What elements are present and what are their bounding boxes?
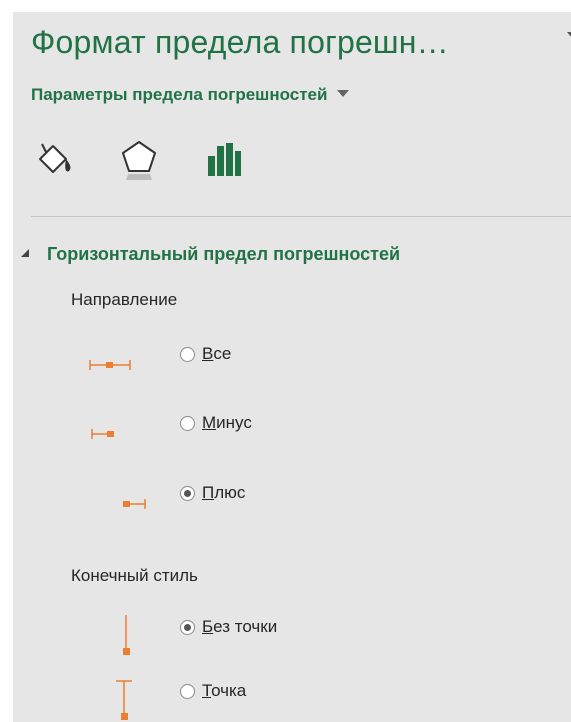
tab-error-bar-options[interactable]	[201, 134, 245, 184]
options-dropdown[interactable]: Параметры предела погрешностей	[31, 85, 350, 105]
tab-effects[interactable]	[117, 134, 161, 184]
end-style-no-cap-icon	[123, 615, 130, 655]
category-tabs	[31, 134, 271, 184]
end-style-cap-icon	[116, 680, 132, 720]
hotkey-letter: В	[202, 344, 214, 363]
chevron-down-icon	[337, 90, 350, 97]
hotkey-letter: П	[202, 483, 215, 502]
direction-both-label[interactable]: Все	[202, 344, 231, 364]
tab-fill-line[interactable]	[31, 134, 75, 184]
radio-dot	[184, 624, 191, 631]
pentagon-effects-icon	[122, 141, 156, 180]
end-style-cap-label[interactable]: Точка	[202, 681, 246, 701]
direction-minus-option: Минус	[13, 413, 553, 441]
option-text: люс	[214, 483, 246, 502]
direction-plus-label[interactable]: Плюс	[202, 483, 245, 503]
end-style-label: Конечный стиль	[71, 566, 198, 585]
radio-direction-both[interactable]	[180, 347, 195, 362]
option-text: се	[213, 344, 232, 363]
format-error-bars-pane: Формат предела погрешн… Параметры предел…	[13, 12, 571, 722]
direction-minus-icon	[91, 429, 114, 439]
option-text: инус	[216, 413, 252, 432]
pane-title: Формат предела погрешн…	[31, 24, 449, 60]
direction-both-option: Все	[13, 344, 553, 372]
direction-both-icon	[89, 360, 131, 370]
paint-bucket-icon	[39, 143, 71, 173]
hotkey-letter: М	[202, 413, 217, 432]
radio-direction-plus[interactable]	[180, 486, 195, 501]
radio-end-style-cap[interactable]	[180, 684, 195, 699]
direction-label: Направление	[71, 290, 178, 309]
radio-end-style-no-cap[interactable]	[180, 620, 195, 635]
hotkey-letter: Б	[202, 617, 214, 636]
section-horizontal-error-bar[interactable]: Горизонтальный предел погрешностей	[21, 244, 401, 265]
radio-direction-minus[interactable]	[180, 416, 195, 431]
end-style-cap-option: Точка	[13, 680, 553, 720]
option-text: ез точки	[213, 617, 278, 636]
hotkey-letter: Т	[202, 681, 212, 700]
direction-plus-icon	[123, 499, 146, 509]
section-header-label: Горизонтальный предел погрешностей	[47, 244, 401, 264]
options-dropdown-label: Параметры предела погрешностей	[31, 85, 328, 104]
end-style-no-cap-option: Без точки	[13, 615, 553, 655]
radio-dot	[184, 490, 191, 497]
bar-chart-icon	[208, 143, 241, 176]
direction-minus-label[interactable]: Минус	[202, 413, 252, 433]
end-style-no-cap-label[interactable]: Без точки	[202, 617, 277, 637]
direction-plus-option: Плюс	[13, 483, 553, 511]
collapse-triangle-icon	[21, 249, 29, 257]
tab-divider	[31, 216, 571, 217]
option-text: очка	[211, 681, 247, 700]
title-dropdown-arrow-icon[interactable]	[567, 32, 571, 38]
